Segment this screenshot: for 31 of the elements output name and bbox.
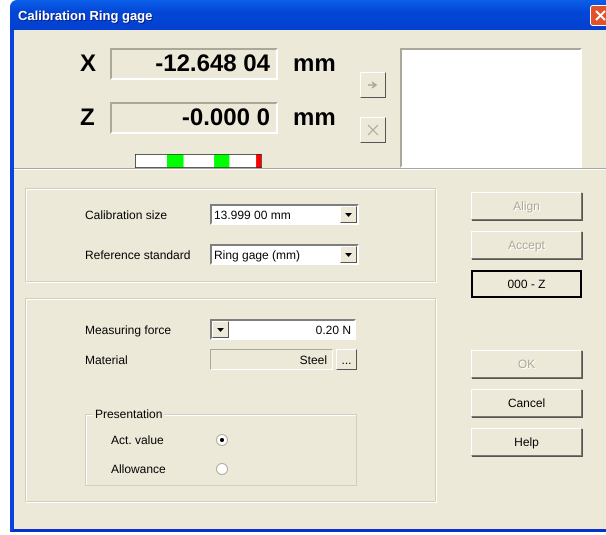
dialog-button[interactable]: Cancel: [471, 389, 582, 417]
cross-icon: [367, 124, 379, 136]
field-label: Material: [85, 352, 129, 366]
arrow-icon: [368, 81, 378, 89]
readout-display: -12.648 04: [110, 48, 278, 80]
unit-label: mm: [293, 50, 336, 78]
readonly-field: Steel: [210, 349, 333, 370]
dropdown-field[interactable]: Ring gage (mm): [210, 244, 359, 265]
dialog-button[interactable]: 000 - Z: [471, 270, 582, 298]
dropdown-field[interactable]: 0.20 N: [210, 319, 356, 340]
close-button[interactable]: [590, 4, 606, 26]
option-label: Allowance: [111, 462, 167, 476]
axis-label: X: [80, 50, 98, 78]
option-label: Act. value: [111, 433, 165, 447]
field-label: Measuring force: [85, 322, 172, 336]
group-title: Presentation: [93, 407, 164, 421]
unit-label: mm: [293, 104, 336, 132]
readout-display: -0.000 0: [110, 102, 278, 134]
axis-label: Z: [80, 104, 96, 132]
window-title: Calibration Ring gage: [18, 8, 152, 22]
close-icon: [595, 10, 606, 20]
radio-button[interactable]: [216, 434, 228, 446]
dialog-button[interactable]: Help: [471, 428, 582, 456]
caret-icon: [345, 212, 352, 216]
caret-icon: [217, 328, 224, 332]
browse-button[interactable]: ...: [336, 349, 357, 370]
field-label: Calibration size: [85, 208, 168, 222]
field-label: Reference standard: [85, 248, 192, 262]
radio-button[interactable]: [216, 463, 228, 475]
caret-icon: [345, 252, 352, 256]
dropdown-field[interactable]: 13.999 00 mm: [210, 204, 359, 225]
